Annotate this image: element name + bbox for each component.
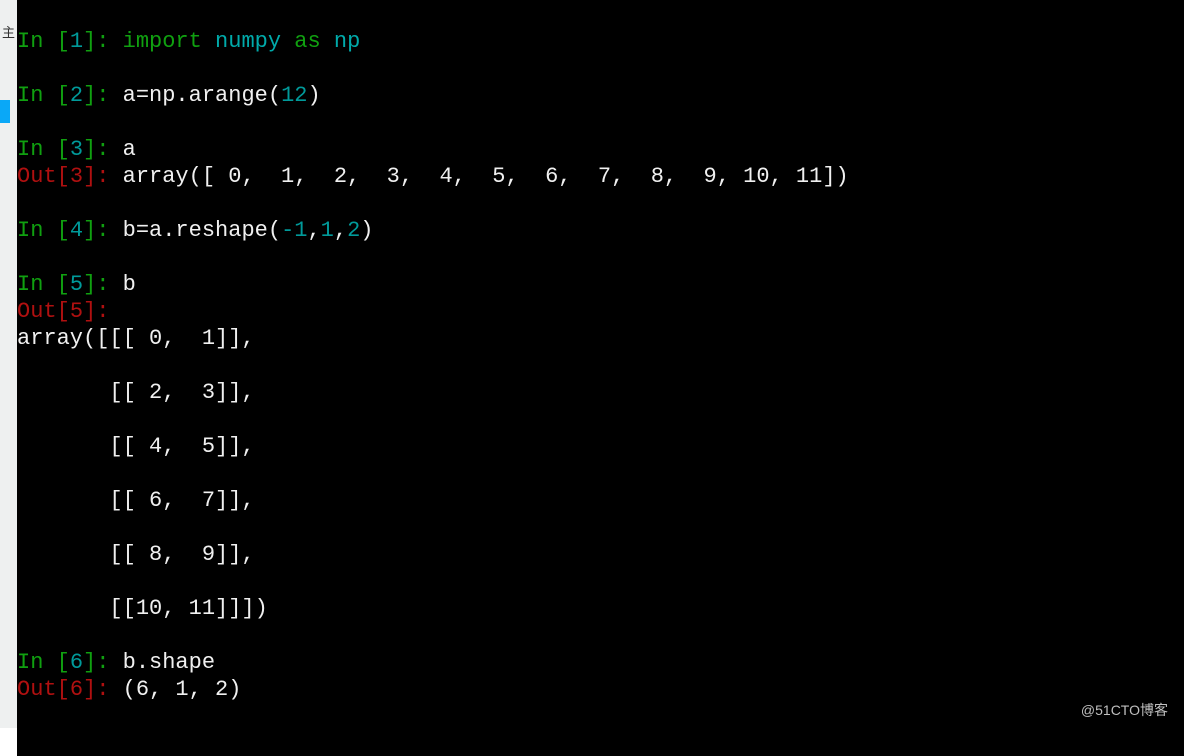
left-gutter <box>0 0 17 728</box>
watermark: @51CTO博客 <box>1081 700 1168 720</box>
active-line-marker <box>0 100 10 123</box>
ipython-terminal[interactable]: In [1]: import numpy as np In [2]: a=np.… <box>17 0 1184 756</box>
